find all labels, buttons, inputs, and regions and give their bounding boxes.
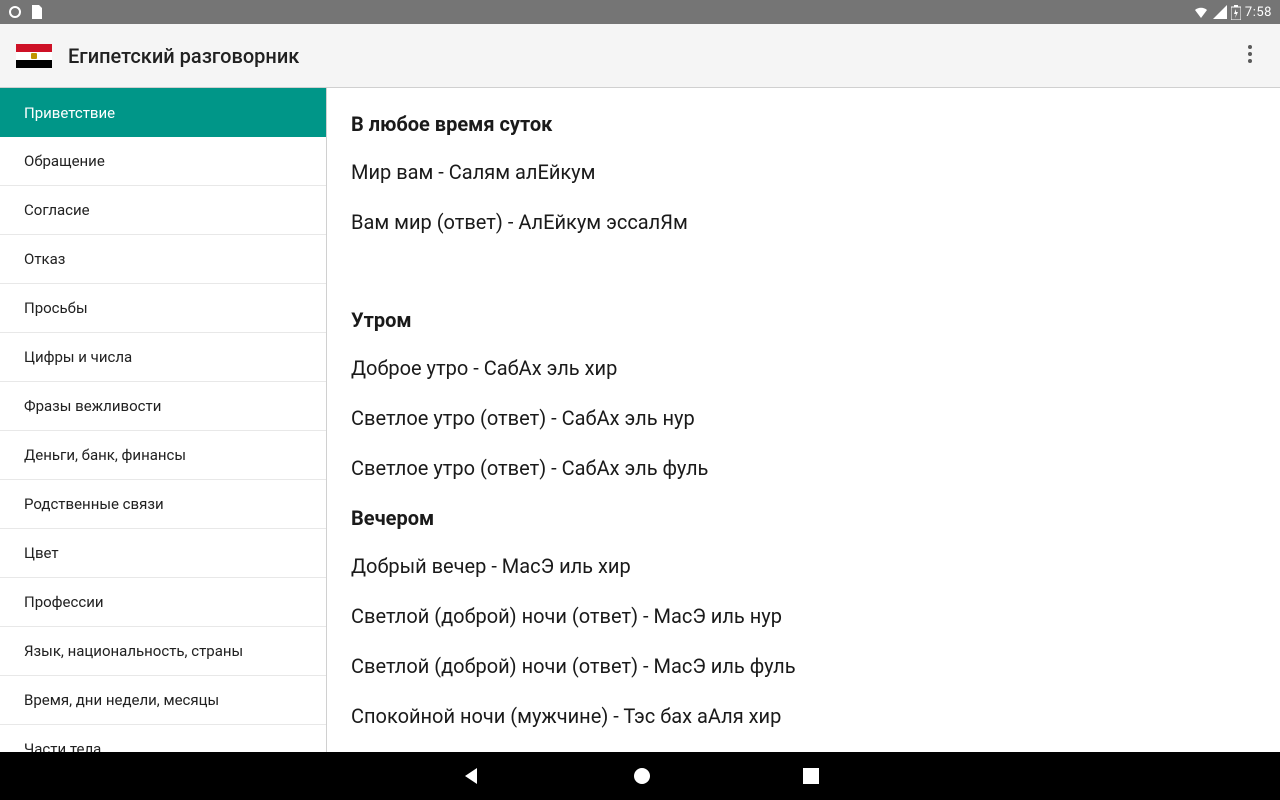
content-area[interactable]: В любое время суток Мир вам - Салям алЕй… [327,88,1280,752]
section-title: В любое время суток [351,112,1256,136]
sd-card-icon [30,5,42,19]
app-body: Приветствие Обращение Согласие Отказ Про… [0,88,1280,752]
status-clock: 7:58 [1245,5,1272,20]
sidebar-item-label: Профессии [24,593,104,611]
battery-charging-icon [1231,5,1241,20]
sidebar-item-label: Цвет [24,544,59,562]
phrase-line: Светлой (доброй) ночи (ответ) - МасЭ иль… [351,654,1256,678]
app-bar: Египетский разговорник [0,24,1280,88]
phrase-line: Мир вам - Салям алЕйкум [351,160,1256,184]
back-button[interactable] [460,765,482,787]
square-recents-icon [802,767,820,785]
sidebar-item-requests[interactable]: Просьбы [0,284,326,333]
sidebar-item-time[interactable]: Время, дни недели, месяцы [0,676,326,725]
phrase-line: Вам мир (ответ) - АлЕйкум эссалЯм [351,210,1256,234]
sidebar-item-label: Цифры и числа [24,348,132,366]
sidebar-item-label: Отказ [24,250,65,268]
sidebar-item-label: Просьбы [24,299,88,317]
android-nav-bar [0,752,1280,800]
sidebar-item-language[interactable]: Язык, национальность, страны [0,627,326,676]
sidebar-item-label: Язык, национальность, страны [24,642,243,660]
sidebar-item-label: Приветствие [24,104,115,122]
phrase-line: Спокойной ночи (мужчине) - Тэс бах аАля … [351,704,1256,728]
phrase-line: Светлое утро (ответ) - СабАх эль фуль [351,456,1256,480]
sidebar-item-label: Согласие [24,201,90,219]
sidebar-item-label: Родственные связи [24,495,164,513]
signal-icon [1213,5,1227,19]
sidebar-item-label: Деньги, банк, финансы [24,446,186,464]
sidebar-item-money[interactable]: Деньги, банк, финансы [0,431,326,480]
home-button[interactable] [632,766,652,786]
more-vert-icon [1248,45,1252,63]
egypt-flag-icon [16,44,52,68]
sidebar-item-politeness[interactable]: Фразы вежливости [0,382,326,431]
sidebar-item-address[interactable]: Обращение [0,137,326,186]
phrase-line: Добрый вечер - МасЭ иль хир [351,554,1256,578]
phrase-line: Доброе утро - СабАх эль хир [351,356,1256,380]
circle-icon [8,5,22,19]
sidebar-item-label: Фразы вежливости [24,397,161,415]
sidebar-item-numbers[interactable]: Цифры и числа [0,333,326,382]
category-sidebar[interactable]: Приветствие Обращение Согласие Отказ Про… [0,88,327,752]
section-title: Утром [351,308,1256,332]
app-title: Египетский разговорник [68,44,299,68]
sidebar-item-label: Время, дни недели, месяцы [24,691,219,709]
overflow-menu-button[interactable] [1236,33,1264,79]
wifi-icon [1193,5,1209,19]
sidebar-item-professions[interactable]: Профессии [0,578,326,627]
sidebar-item-color[interactable]: Цвет [0,529,326,578]
phrase-line: Светлое утро (ответ) - СабАх эль нур [351,406,1256,430]
sidebar-item-agreement[interactable]: Согласие [0,186,326,235]
section-title: Вечером [351,506,1256,530]
sidebar-item-body[interactable]: Части тела [0,725,326,752]
sidebar-item-label: Обращение [24,152,105,170]
sidebar-item-refusal[interactable]: Отказ [0,235,326,284]
recents-button[interactable] [802,767,820,785]
sidebar-item-family[interactable]: Родственные связи [0,480,326,529]
sidebar-item-label: Части тела [24,740,101,752]
triangle-back-icon [460,765,482,787]
status-bar: 7:58 [0,0,1280,24]
phrase-line: Светлой (доброй) ночи (ответ) - МасЭ иль… [351,604,1256,628]
sidebar-item-greeting[interactable]: Приветствие [0,88,326,137]
circle-home-icon [632,766,652,786]
